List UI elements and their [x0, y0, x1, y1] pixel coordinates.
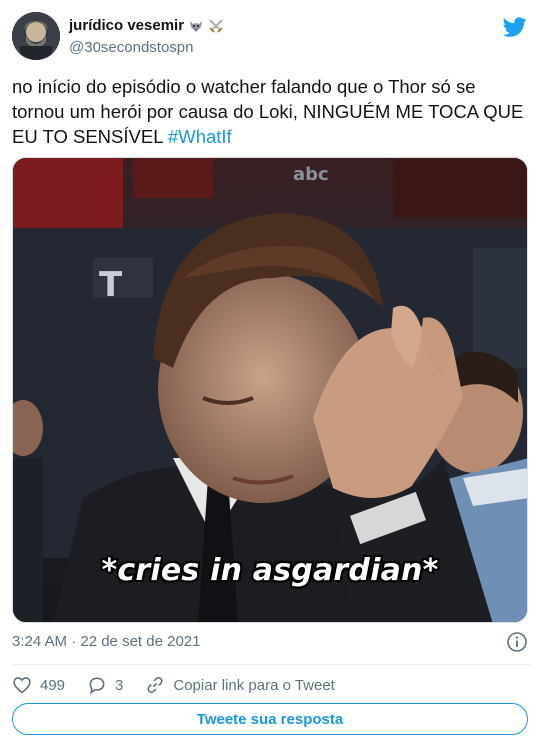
- crossed-swords-icon: [208, 18, 224, 34]
- tweet-body: no início do episódio o watcher falando …: [12, 76, 524, 147]
- display-name[interactable]: jurídico vesemir: [69, 17, 184, 34]
- tweet-reply-button[interactable]: Tweete sua resposta: [12, 703, 528, 735]
- like-count: 499: [40, 676, 66, 694]
- twitter-bird-icon[interactable]: [503, 15, 527, 39]
- info-icon[interactable]: [506, 631, 528, 653]
- reply-bubble-icon: [89, 677, 105, 695]
- heart-icon: [13, 677, 31, 694]
- reply-count: 3: [115, 676, 124, 694]
- avatar[interactable]: [12, 12, 60, 60]
- copy-link-button[interactable]: Copiar link para o Tweet: [145, 675, 335, 695]
- copy-link-label: Copiar link para o Tweet: [173, 676, 335, 694]
- like-button[interactable]: 499: [12, 675, 65, 695]
- hashtag-link[interactable]: #WhatIf: [168, 126, 232, 147]
- tweet-card: jurídico vesemir @30secondstospn no iníc…: [0, 0, 543, 750]
- divider: [12, 664, 531, 665]
- tweet-text: no início do episódio o watcher falando …: [12, 74, 527, 149]
- media-caption: *cries in asgardian*: [101, 553, 439, 588]
- action-bar: 499 3 Copiar link para o Tweet: [12, 674, 357, 696]
- author-name-row[interactable]: jurídico vesemir: [69, 17, 224, 34]
- reply-action[interactable]: 3: [87, 675, 123, 695]
- backdrop-logo: abc: [293, 164, 329, 185]
- link-icon: [147, 677, 163, 693]
- timestamp[interactable]: 3:24 AM · 22 de set de 2021: [12, 633, 200, 650]
- backdrop-letters: T: [99, 265, 123, 305]
- tweet-media[interactable]: T abc *cries in asgardian*: [12, 157, 528, 623]
- author-handle[interactable]: @30secondstospn: [69, 39, 193, 56]
- wolf-emoji-icon: [188, 18, 204, 34]
